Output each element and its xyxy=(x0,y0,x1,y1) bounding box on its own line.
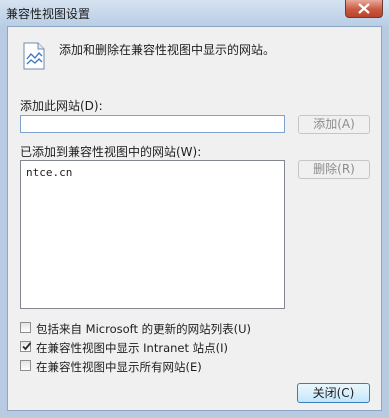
title-bar[interactable]: 兼容性视图设置 xyxy=(0,0,389,26)
site-list-label: 已添加到兼容性视图中的网站(W): xyxy=(20,145,202,159)
add-button[interactable]: 添加(A) xyxy=(298,115,370,134)
checkbox[interactable] xyxy=(20,360,31,371)
window-close-button[interactable] xyxy=(345,0,383,18)
site-list[interactable]: ntce.cn xyxy=(20,160,285,309)
checkbox[interactable] xyxy=(20,341,32,352)
option-label: 在兼容性视图中显示所有网站(E) xyxy=(36,360,202,374)
add-site-input[interactable] xyxy=(20,115,285,133)
list-item[interactable]: ntce.cn xyxy=(26,166,72,179)
dialog-body: 添加和删除在兼容性视图中显示的网站。 添加此网站(D): 添加(A) 已添加到兼… xyxy=(7,26,382,411)
close-icon xyxy=(358,3,370,14)
option-label: 在兼容性视图中显示 Intranet 站点(I) xyxy=(36,341,229,355)
add-site-label: 添加此网站(D): xyxy=(20,99,103,113)
close-button[interactable]: 关闭(C) xyxy=(297,383,370,403)
document-icon xyxy=(23,42,45,70)
window-title: 兼容性视图设置 xyxy=(6,7,91,21)
check-icon xyxy=(22,342,32,351)
info-text: 添加和删除在兼容性视图中显示的网站。 xyxy=(59,43,276,57)
checkbox[interactable] xyxy=(20,322,31,333)
option-label: 包括来自 Microsoft 的更新的网站列表(U) xyxy=(36,322,252,336)
remove-button[interactable]: 删除(R) xyxy=(298,160,370,179)
